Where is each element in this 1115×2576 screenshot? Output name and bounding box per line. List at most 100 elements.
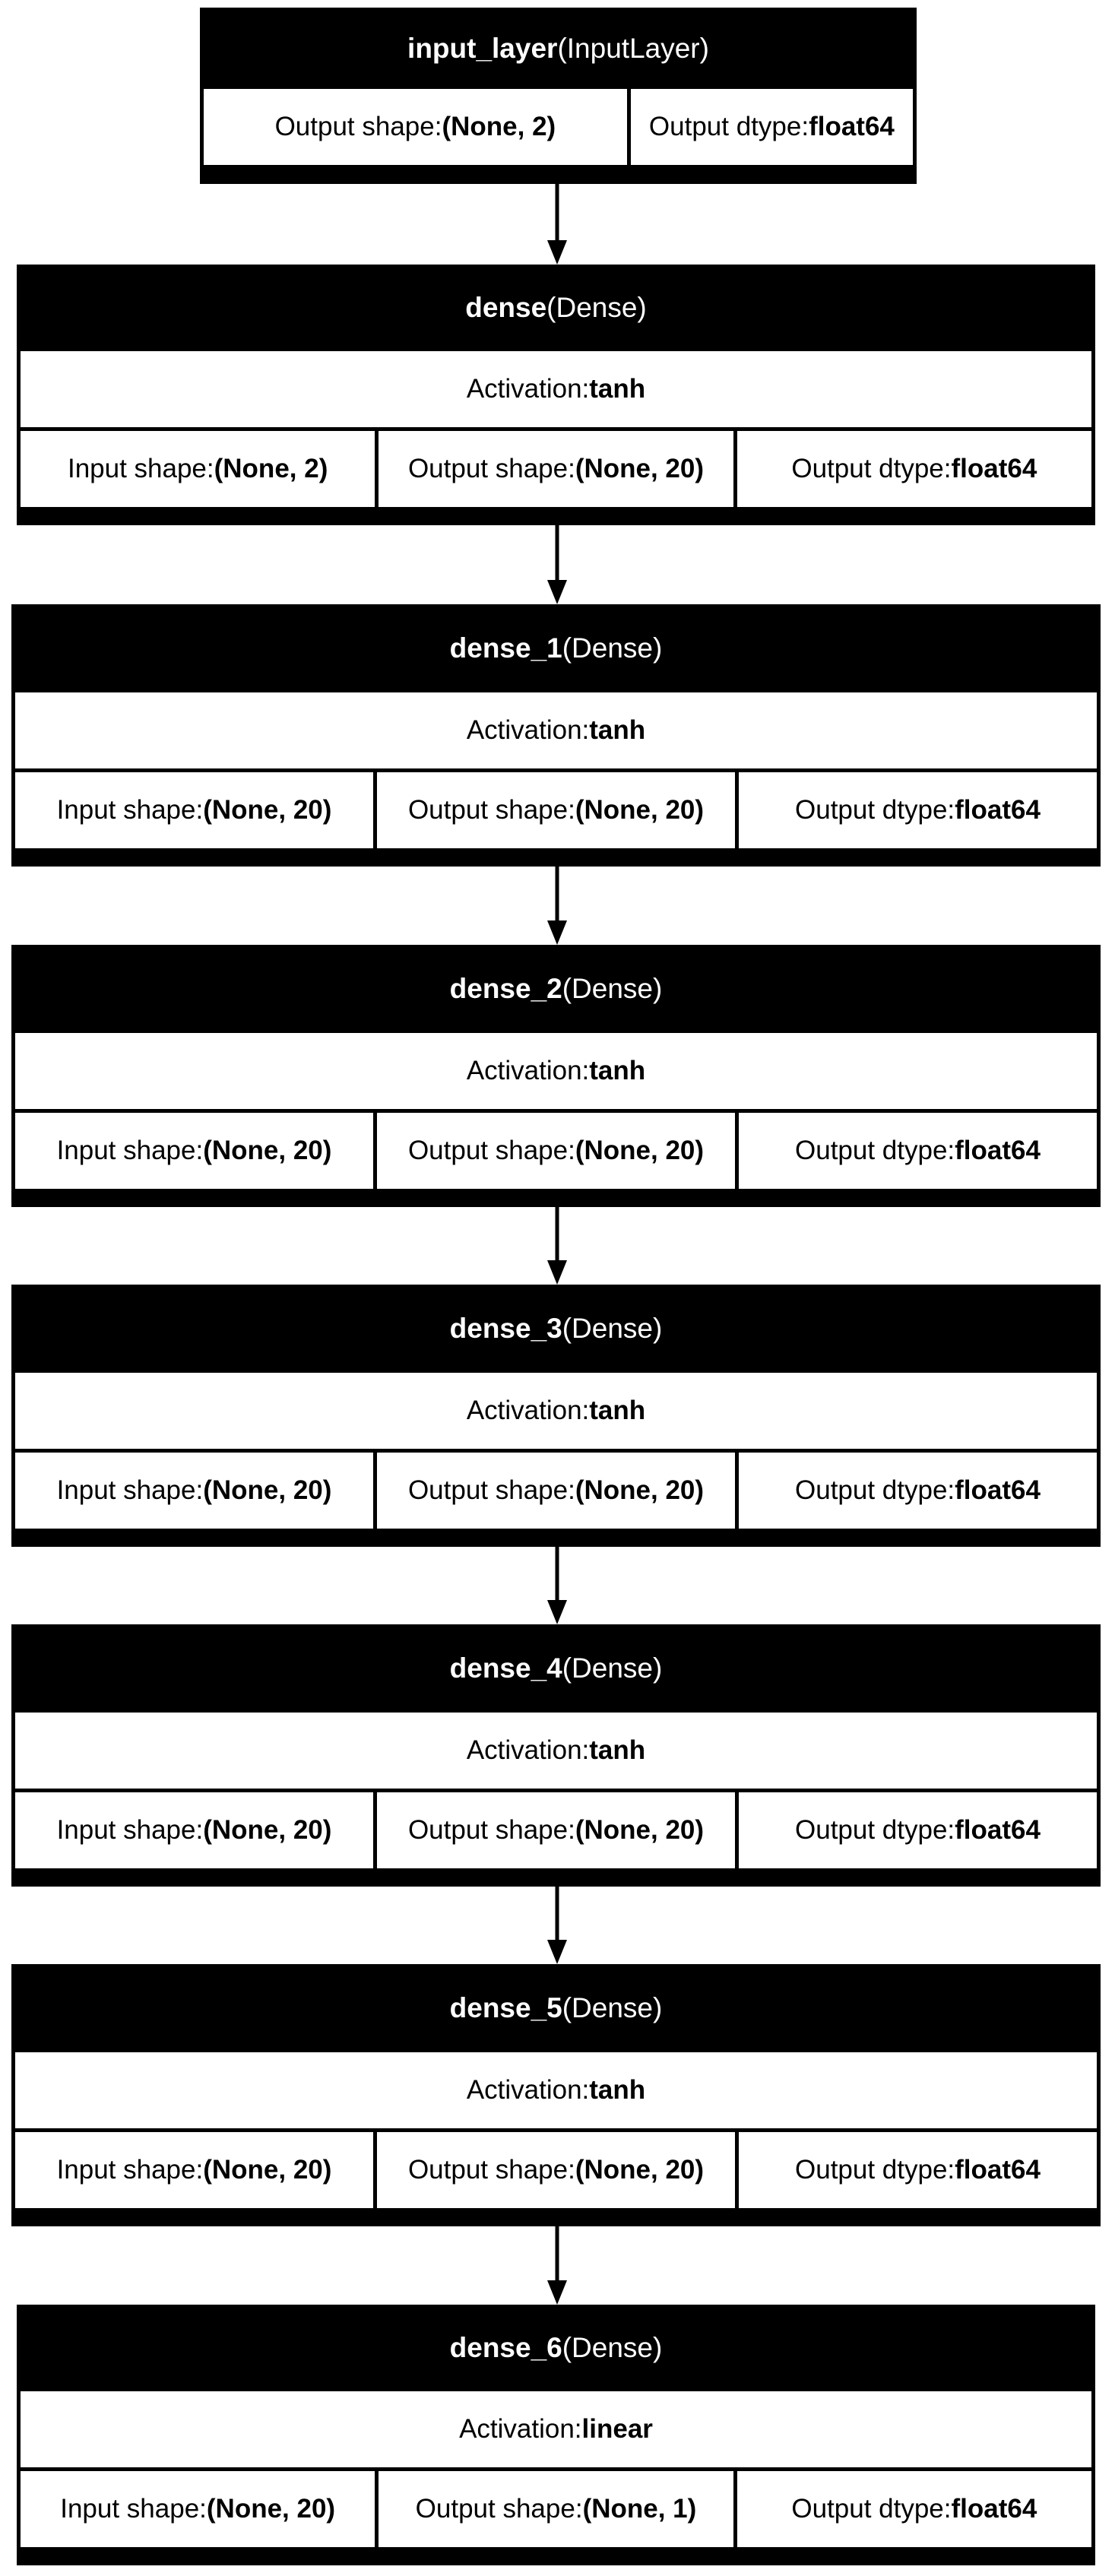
layer-header: dense_6 (Dense) — [21, 2308, 1091, 2387]
output-shape-label: Output shape: — [407, 1136, 575, 1165]
activation-value: linear — [581, 2414, 653, 2444]
output-dtype-cell: Output dtype: float64 — [739, 2132, 1097, 2208]
output-dtype-cell: Output dtype: float64 — [739, 1792, 1097, 1868]
output-shape-value: (None, 20) — [575, 1475, 705, 1505]
layer-name: dense_3 — [449, 1313, 562, 1344]
shape-row: Input shape: (None, 20) Output shape: (No… — [15, 2132, 1097, 2208]
output-shape-label: Output shape: — [407, 2155, 575, 2185]
layer-header: dense_2 (Dense) — [15, 949, 1097, 1029]
activation-label: Activation: — [466, 1056, 590, 1085]
output-dtype-label: Output dtype: — [791, 2494, 952, 2524]
shape-row: Input shape: (None, 20) Output shape: (No… — [15, 1453, 1097, 1529]
output-dtype-cell: Output dtype: float64 — [739, 772, 1097, 848]
input-shape-label: Input shape: — [56, 1136, 204, 1165]
shape-row: Input shape: (None, 20) Output shape: (No… — [15, 1792, 1097, 1868]
input-shape-value: (None, 20) — [203, 795, 332, 825]
layer-node-dense-4: dense_4 (Dense) Activation: tanh Input sha… — [11, 1624, 1101, 1887]
shape-row: Input shape: (None, 2) Output shape: (Non… — [21, 431, 1091, 507]
layer-header: dense_4 (Dense) — [15, 1628, 1097, 1709]
output-shape-cell: Output shape: (None, 20) — [377, 1113, 735, 1189]
layer-node-input-layer: input_layer (InputLayer) Output shape: (N… — [200, 8, 917, 184]
input-shape-value: (None, 20) — [203, 1136, 332, 1165]
input-shape-value: (None, 20) — [203, 2155, 332, 2185]
activation-cell: Activation: tanh — [15, 1033, 1097, 1109]
activation-row: Activation: tanh — [15, 1713, 1097, 1789]
activation-value: tanh — [589, 374, 646, 404]
layer-name: dense_2 — [449, 973, 562, 1004]
output-dtype-label: Output dtype: — [795, 1136, 955, 1165]
input-shape-cell: Input shape: (None, 20) — [21, 2471, 375, 2547]
output-shape-label: Output shape: — [415, 2494, 583, 2524]
activation-cell: Activation: tanh — [21, 351, 1091, 427]
output-shape-label: Output shape: — [407, 795, 575, 825]
shape-row: Input shape: (None, 20) Output shape: (No… — [15, 772, 1097, 848]
layer-type: (Dense) — [562, 632, 663, 664]
arrow-0-to-1 — [547, 184, 567, 265]
input-shape-cell: Input shape: (None, 20) — [15, 1792, 373, 1868]
output-shape-label: Output shape: — [274, 112, 442, 141]
activation-label: Activation: — [466, 715, 590, 745]
output-dtype-value: float64 — [955, 1815, 1041, 1845]
input-shape-label: Input shape: — [67, 454, 214, 483]
output-dtype-label: Output dtype: — [795, 1475, 955, 1505]
output-dtype-label: Output dtype: — [791, 454, 952, 483]
input-shape-value: (None, 20) — [203, 1815, 332, 1845]
output-shape-value: (None, 20) — [575, 2155, 705, 2185]
arrow-6-to-7 — [547, 2226, 567, 2305]
output-shape-value: (None, 2) — [442, 112, 556, 141]
output-dtype-value: float64 — [951, 454, 1037, 483]
activation-label: Activation: — [459, 2414, 582, 2444]
layer-type: (Dense) — [562, 1313, 663, 1344]
output-shape-value: (None, 1) — [582, 2494, 697, 2524]
input-shape-value: (None, 20) — [206, 2494, 336, 2524]
output-shape-value: (None, 20) — [575, 454, 705, 483]
layer-node-dense-3: dense_3 (Dense) Activation: tanh Input sha… — [11, 1285, 1101, 1547]
input-shape-label: Input shape: — [56, 1475, 204, 1505]
layer-name: input_layer — [407, 32, 558, 64]
shape-row: Input shape: (None, 20) Output shape: (No… — [21, 2471, 1091, 2547]
layer-node-dense-5: dense_5 (Dense) Activation: tanh Input sha… — [11, 1964, 1101, 2226]
activation-value: tanh — [589, 1396, 646, 1425]
activation-value: tanh — [589, 1056, 646, 1085]
shape-row: Input shape: (None, 20) Output shape: (No… — [15, 1113, 1097, 1189]
arrow-1-to-2 — [547, 525, 567, 604]
input-shape-cell: Input shape: (None, 20) — [15, 772, 373, 848]
activation-value: tanh — [589, 2075, 646, 2105]
arrow-5-to-6 — [547, 1887, 567, 1964]
output-shape-label: Output shape: — [407, 1475, 575, 1505]
input-shape-label: Input shape: — [56, 795, 204, 825]
input-shape-cell: Input shape: (None, 2) — [21, 431, 375, 507]
activation-label: Activation: — [466, 1396, 590, 1425]
output-shape-cell: Output shape: (None, 20) — [377, 772, 735, 848]
output-shape-value: (None, 20) — [575, 1815, 705, 1845]
activation-row: Activation: tanh — [15, 2052, 1097, 2128]
arrow-2-to-3 — [547, 867, 567, 945]
output-dtype-value: float64 — [955, 2155, 1041, 2185]
activation-value: tanh — [589, 1735, 646, 1765]
output-dtype-value: float64 — [955, 795, 1041, 825]
layer-type: (Dense) — [562, 973, 663, 1004]
arrow-4-to-5 — [547, 1547, 567, 1624]
layer-header: dense (Dense) — [21, 268, 1091, 347]
input-shape-cell: Input shape: (None, 20) — [15, 2132, 373, 2208]
layer-header: dense_3 (Dense) — [15, 1288, 1097, 1369]
output-dtype-cell: Output dtype: float64 — [736, 2471, 1091, 2547]
output-dtype-value: float64 — [955, 1136, 1041, 1165]
layer-name: dense_4 — [449, 1652, 562, 1684]
layer-header: input_layer (InputLayer) — [204, 11, 913, 85]
model-diagram: input_layer (InputLayer) Output shape: (N… — [0, 0, 1115, 2576]
layer-name: dense_5 — [449, 1992, 562, 2023]
activation-label: Activation: — [466, 1735, 590, 1765]
output-dtype-value: float64 — [955, 1475, 1041, 1505]
layer-name: dense — [465, 292, 547, 323]
output-shape-cell: Output shape: (None, 20) — [377, 1792, 735, 1868]
layer-type: (Dense) — [562, 2332, 663, 2363]
input-shape-value: (None, 2) — [214, 454, 328, 483]
activation-row: Activation: tanh — [21, 351, 1091, 427]
activation-row: Activation: tanh — [15, 692, 1097, 768]
output-shape-value: (None, 20) — [575, 1136, 705, 1165]
layer-node-dense-2: dense_2 (Dense) Activation: tanh Input sha… — [11, 945, 1101, 1207]
output-dtype-label: Output dtype: — [795, 2155, 955, 2185]
input-shape-cell: Input shape: (None, 20) — [15, 1113, 373, 1189]
output-dtype-label: Output dtype: — [795, 1815, 955, 1845]
